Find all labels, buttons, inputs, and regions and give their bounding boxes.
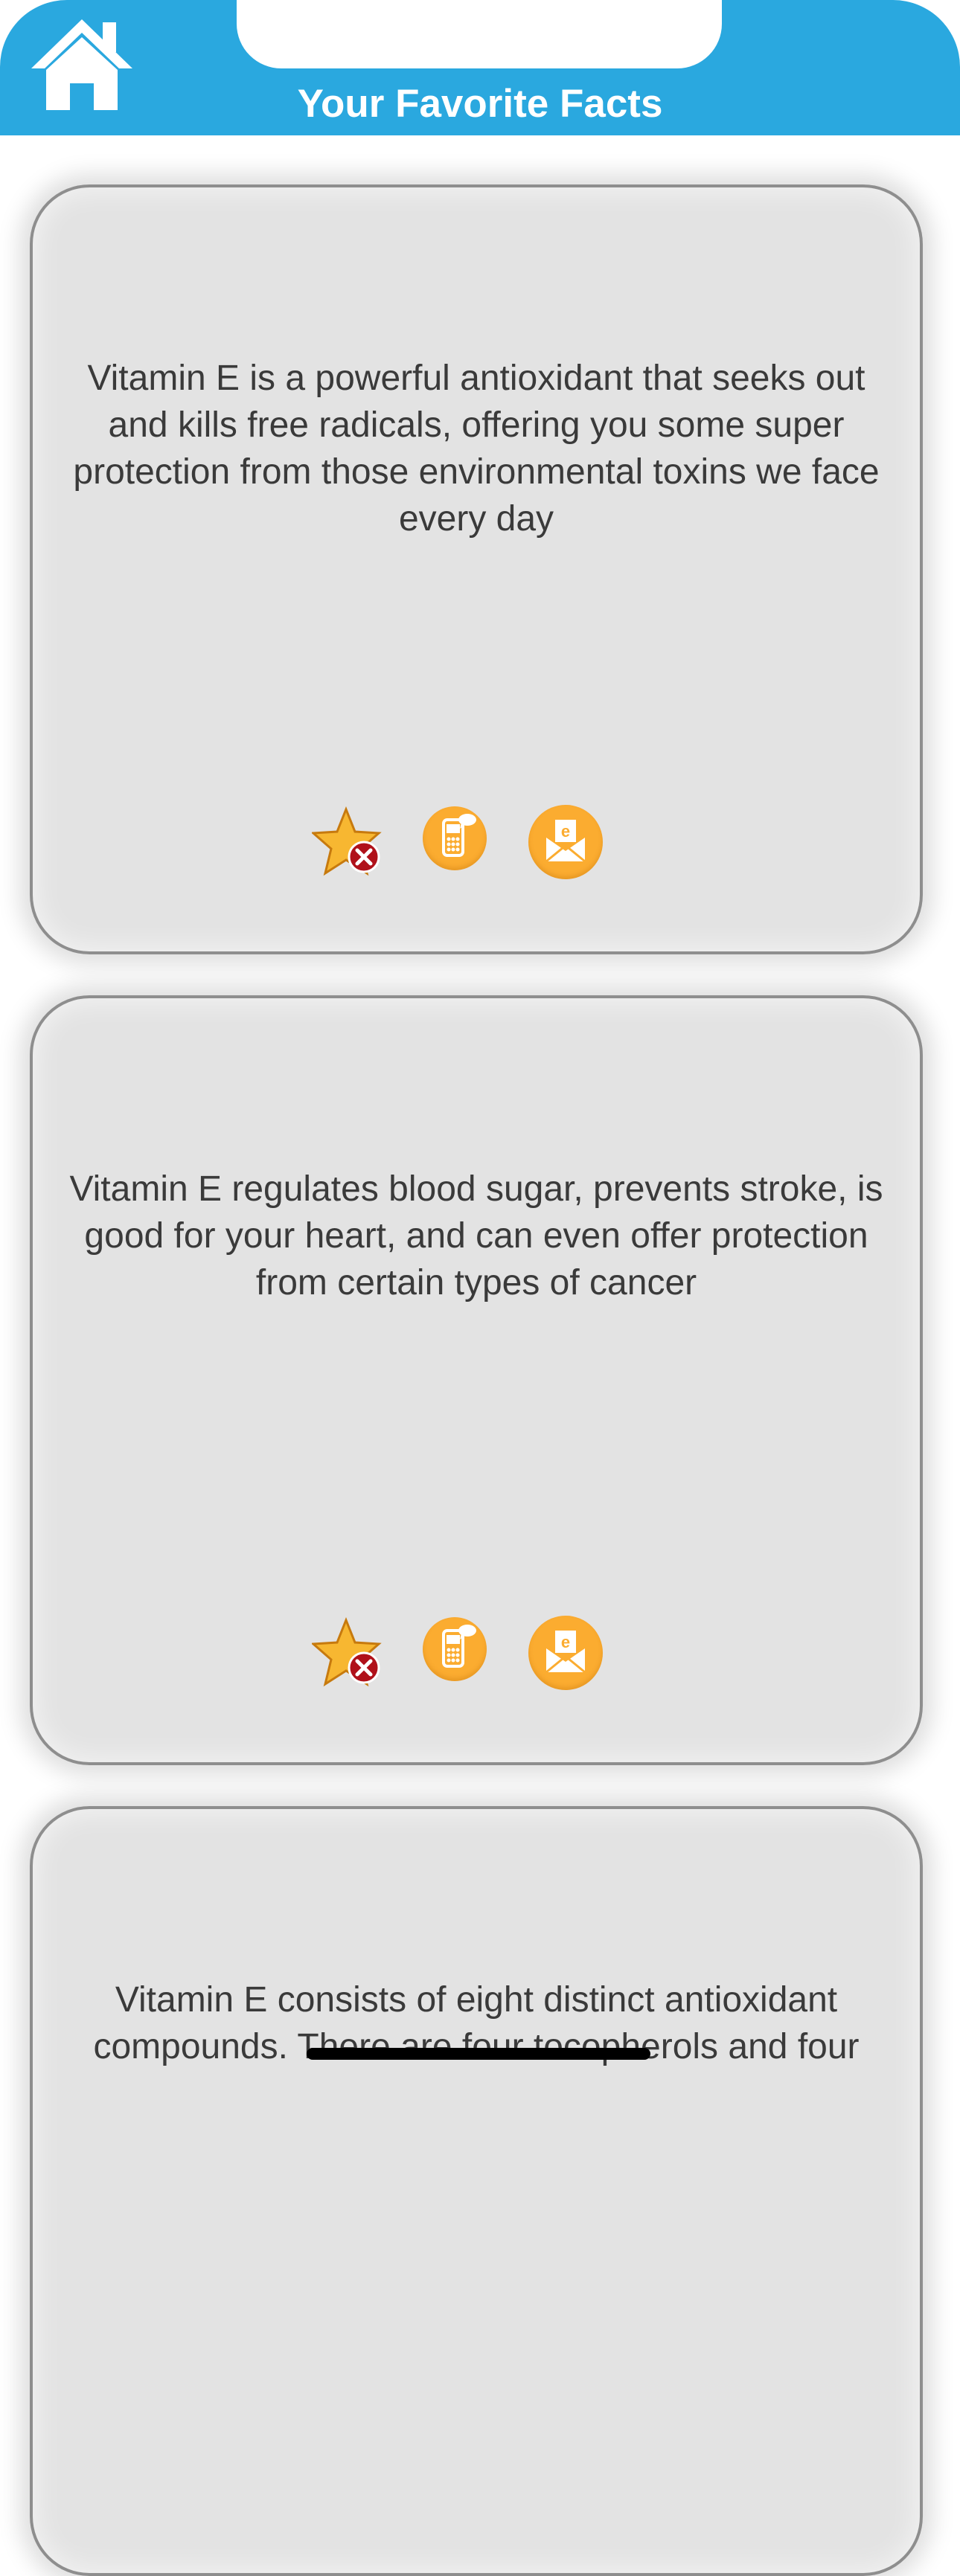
fact-card: Vitamin E regulates blood sugar, prevent… — [30, 995, 923, 1765]
fact-actions: e — [33, 805, 920, 887]
fact-text: Vitamin E is a powerful antioxidant that… — [73, 359, 880, 539]
sms-button[interactable] — [423, 1617, 487, 1681]
sms-phone-icon — [442, 1625, 476, 1668]
fact-card-body: Vitamin E regulates blood sugar, prevent… — [30, 995, 923, 1765]
email-button[interactable]: e — [528, 1616, 603, 1690]
email-icon: e — [545, 1631, 586, 1674]
sms-button[interactable] — [423, 806, 487, 870]
fact-card: Vitamin E consists of eight distinct ant… — [30, 1806, 923, 2576]
remove-favorite-button[interactable] — [310, 806, 386, 884]
star-remove-icon — [310, 806, 382, 876]
page-title: Your Favorite Facts — [297, 82, 663, 126]
device-notch — [237, 0, 722, 68]
fact-actions: e — [33, 1616, 920, 1697]
svg-text:e: e — [561, 1633, 570, 1651]
fact-card: Vitamin E is a powerful antioxidant that… — [30, 184, 923, 954]
header-bar: Your Favorite Facts — [0, 0, 960, 135]
home-indicator[interactable] — [307, 2048, 650, 2060]
remove-favorite-button[interactable] — [310, 1616, 386, 1695]
email-icon: e — [545, 820, 586, 863]
fact-card-body: Vitamin E is a powerful antioxidant that… — [30, 184, 923, 954]
fact-text: Vitamin E regulates blood sugar, prevent… — [69, 1169, 883, 1303]
fact-card-body: Vitamin E consists of eight distinct ant… — [30, 1806, 923, 2576]
email-button[interactable]: e — [528, 805, 603, 879]
sms-phone-icon — [442, 814, 476, 857]
svg-text:e: e — [561, 822, 570, 841]
star-remove-icon — [310, 1616, 382, 1687]
